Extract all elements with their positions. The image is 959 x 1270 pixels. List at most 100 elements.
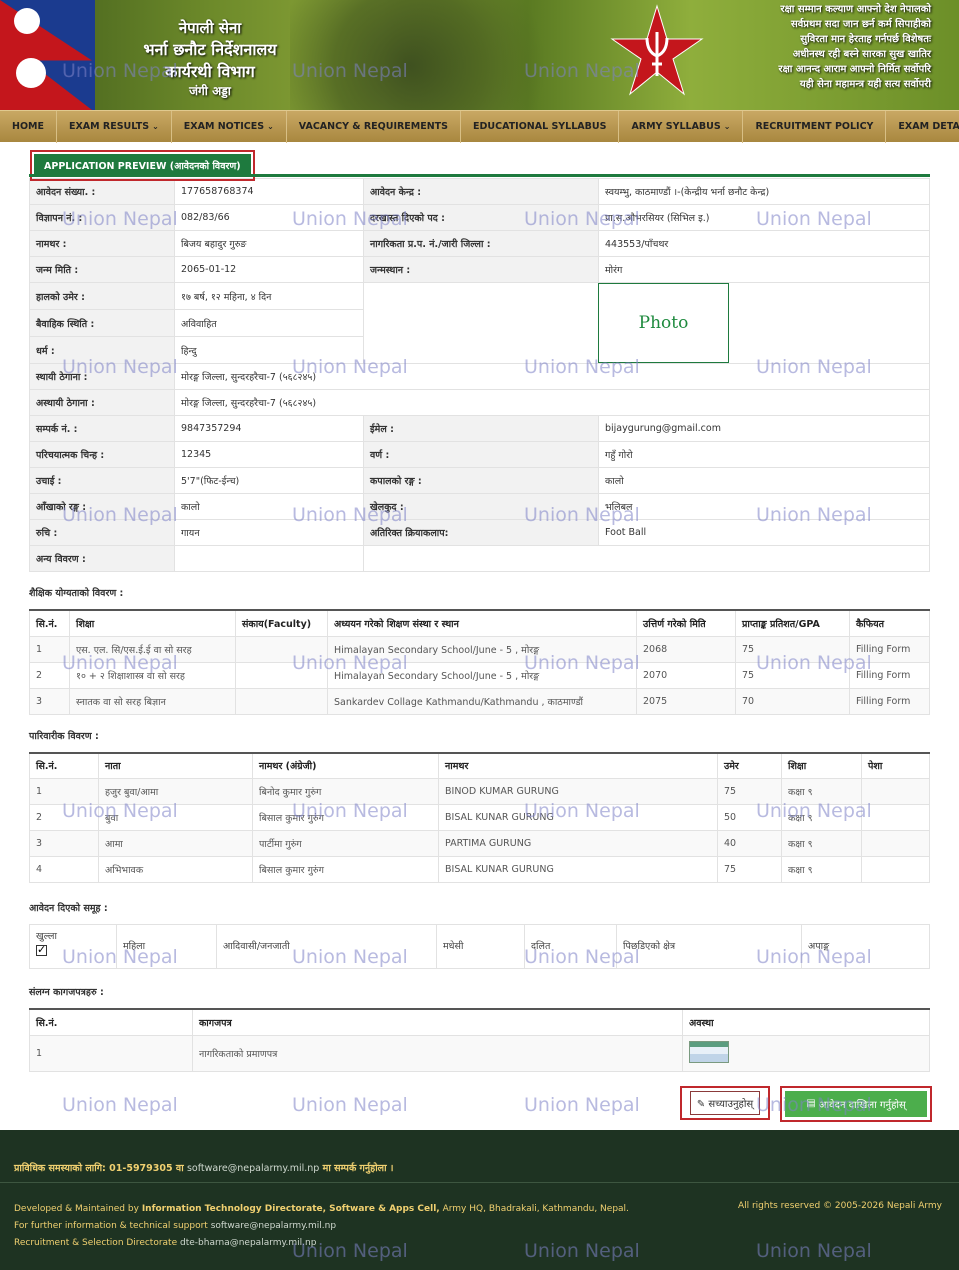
banner-title-line2: भर्ना छनौट निर्देशनालय — [143, 40, 277, 59]
table-row: 1 हजुर बुवा/आमा बिनोद कुमार गुरुंग BINOD KU… — [29, 778, 930, 805]
col-header: नाता — [98, 751, 253, 779]
value-dob: 2065-01-12 — [174, 256, 364, 283]
table-row: 3 स्नातक वा सो सरह बिज्ञान Sankardev Colla… — [29, 687, 930, 715]
col-header: शिक्षा — [781, 751, 862, 779]
label-email: ईमेल : — [363, 415, 599, 442]
main-content: APPLICATION PREVIEW (आवेदनको विवरण) आवेद… — [29, 150, 932, 1132]
value-perm-address: मोरङ्ग जिल्ला, सुन्दरहरैचा-7 (५६८२४५) — [174, 363, 930, 390]
label-ad-no: विज्ञापन नं. : — [29, 204, 175, 231]
label-center: आवेदन केन्द्र : — [363, 178, 599, 205]
label-id-mark: परिचयात्मक चिन्ह : — [29, 441, 175, 468]
tech-support-email-link[interactable]: software@nepalarmy.mil.np — [211, 1221, 336, 1231]
table-row: 1 नागरिकताको प्रमाणपत्र — [29, 1034, 930, 1072]
col-header: संकाय(Faculty) — [235, 609, 328, 637]
label-extra: अतिरिक्त क्रियाकलाप: — [363, 519, 599, 546]
title-underline — [29, 174, 930, 177]
value-eye: कालो — [174, 493, 364, 520]
nav-exam-results[interactable]: EXAM RESULTS ⌄ — [57, 111, 172, 143]
label-sport: खेलकुद : — [363, 493, 599, 520]
banner-title-line3: कार्यरथी विभाग — [165, 62, 255, 81]
family-table: सि.नं. नाता नामथर (अंग्रेजी) नामथर उमेर … — [29, 751, 930, 883]
banner-title-line4: जंगी अड्डा — [189, 84, 231, 98]
value-center: स्वयम्भु, काठमाण्डौं ।-(केन्द्रीय भर्ना … — [598, 178, 930, 205]
label-phone: सम्पर्क नं. : — [29, 415, 175, 442]
col-header: कागजपत्र — [192, 1008, 683, 1036]
label-name: नामथर : — [29, 230, 175, 257]
group-backward[interactable]: पिछडिएको क्षेत्र — [616, 924, 802, 969]
label-religion: धर्म : — [29, 336, 175, 364]
header-banner: नेपाली सेना भर्ना छनौट निर्देशनालय कार्य… — [0, 0, 959, 110]
group-janajati[interactable]: आदिवासी/जनजाती — [216, 924, 437, 969]
soldier-photo — [290, 0, 590, 110]
table-row: 3 आमा पार्टीमा गुरुंग PARTIMA GURUNG 40 कक्षा… — [29, 830, 930, 857]
label-marital: बैवाहिक स्थिति : — [29, 309, 175, 337]
value-sport: भलिबल — [598, 493, 930, 520]
nav-vacancy[interactable]: VACANCY & REQUIREMENTS — [287, 111, 462, 143]
group-disabled[interactable]: अपाङ्ग — [801, 924, 930, 969]
footer-developer-info: Developed & Maintained by Information Te… — [14, 1204, 629, 1248]
col-header: पेशा — [861, 751, 930, 779]
nav-recruitment-policy[interactable]: RECRUITMENT POLICY — [743, 111, 887, 143]
nav-army-syllabus[interactable]: ARMY SYLLABUS ⌄ — [619, 111, 744, 143]
nav-home[interactable]: HOME — [0, 111, 57, 143]
value-phone: 9847357294 — [174, 415, 364, 442]
group-madhesi[interactable]: मधेसी — [436, 924, 525, 969]
label-age: हालको उमेर : — [29, 282, 175, 310]
submit-icon: ▤ — [806, 1098, 819, 1109]
nav-exam-details[interactable]: EXAM DETAILS — [886, 111, 959, 143]
footer-support: प्राविधिक समस्याको लागि: 01-5979305 वा s… — [14, 1163, 394, 1174]
value-id-mark: 12345 — [174, 441, 364, 468]
table-row: 2 १० + २ शिक्षाशास्त्र वा सो सरह Himalayan… — [29, 661, 930, 689]
group-open-checkbox[interactable] — [36, 943, 47, 956]
col-header: अध्ययन गरेको शिक्षण संस्था र स्थान — [327, 609, 637, 637]
edit-button[interactable]: ✎ सच्याउनुहोस् — [680, 1085, 770, 1120]
nav-educational-syllabus[interactable]: EDUCATIONAL SYLLABUS — [461, 111, 620, 143]
label-post: दरखास्त दिएको पद : — [363, 204, 599, 231]
label-application-no: आवेदन संख्या. : — [29, 178, 175, 205]
col-header: नामथर — [438, 751, 718, 779]
col-header: शिक्षा — [69, 609, 236, 637]
main-nav: HOME EXAM RESULTS ⌄ EXAM NOTICES ⌄ VACANCY… — [0, 110, 959, 143]
value-interest: गायन — [174, 519, 364, 546]
value-extra: Foot Ball — [598, 519, 930, 546]
family-title: पारिवारीक विवरण : — [29, 730, 99, 742]
label-hair: कपालको रङ्ग : — [363, 467, 599, 494]
col-header: उमेर — [717, 751, 782, 779]
documents-table: सि.नं. कागजपत्र अवस्था 1 नागरिकताको प्रम… — [29, 1008, 930, 1072]
table-row: 1 एस. एल. सि/एस.ई.ई वा सो सरह Himalayan Se… — [29, 635, 930, 663]
value-age: १७ बर्ष, १२ महिना, ४ दिन — [174, 282, 364, 310]
value-other — [174, 545, 364, 572]
submit-application-button[interactable]: ▤ आवेदन दाखिला गर्नुहोस् — [780, 1085, 932, 1122]
education-title: शैक्षिक योग्यताको विवरण : — [29, 588, 124, 599]
value-name: बिजय बहादुर गुरुङ — [174, 230, 364, 257]
recruitment-email-link[interactable]: dte-bharna@nepalarmy.mil.np — [180, 1238, 316, 1248]
group-open[interactable]: खुल्ला — [29, 924, 117, 969]
group-women[interactable]: महिला — [116, 924, 217, 969]
value-religion: हिन्दु — [174, 336, 364, 364]
value-citizenship: 443553/पाँचथर — [598, 230, 930, 257]
flag-sun-icon — [16, 58, 46, 88]
groups-table: खुल्ला महिला आदिवासी/जनजाती मधेसी दलित प… — [29, 924, 930, 969]
photo-cell: Photo — [363, 282, 930, 364]
group-dalit[interactable]: दलित — [524, 924, 617, 969]
nav-exam-notices[interactable]: EXAM NOTICES ⌄ — [172, 111, 287, 143]
col-header: सि.नं. — [29, 609, 70, 637]
col-header: सि.नं. — [29, 1008, 193, 1036]
table-row: 2 बुवा बिसाल कुमार गुरुंग BISAL KUNAR GURUN… — [29, 804, 930, 831]
army-motto: रक्षा सम्मान कल्याण आफ्नो देश नेपालको सर… — [778, 4, 931, 90]
value-complexion: गहुँ गोरो — [598, 441, 930, 468]
label-citizenship: नागरिकता प्र.प. नं./जारी जिल्ला : — [363, 230, 599, 257]
label-height: उचाई : — [29, 467, 175, 494]
document-thumbnail[interactable] — [689, 1040, 729, 1063]
label-perm-address: स्थायी ठेगाना : — [29, 363, 175, 390]
label-eye: आँखाको रङ्ग : — [29, 493, 175, 520]
chevron-down-icon: ⌄ — [152, 122, 159, 131]
col-header: उत्तिर्ण गरेको मिति — [636, 609, 736, 637]
banner-title: नेपाली सेना भर्ना छनौट निर्देशनालय कार्य… — [120, 18, 300, 99]
documents-title: संलग्न कागजपत्रहरु : — [29, 987, 104, 998]
support-email-link[interactable]: software@nepalarmy.mil.np — [187, 1163, 319, 1174]
label-other: अन्य विवरण : — [29, 545, 175, 572]
empty-cell — [363, 545, 930, 572]
col-header: अवस्था — [682, 1008, 930, 1036]
label-birthplace: जन्मस्थान : — [363, 256, 599, 283]
